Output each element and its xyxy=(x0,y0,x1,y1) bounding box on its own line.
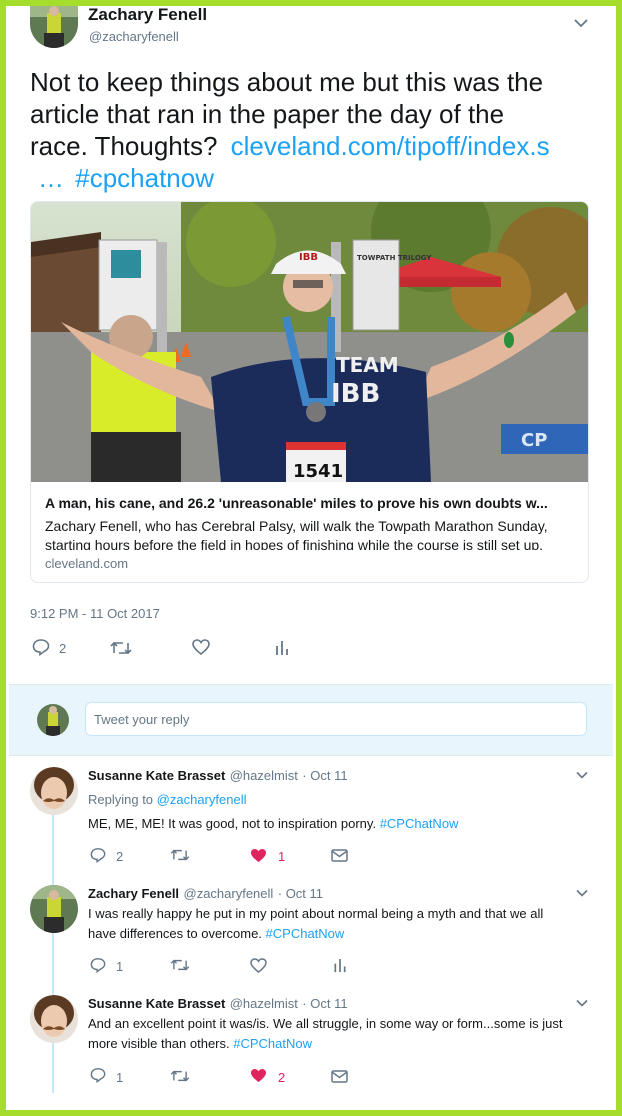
reply-header: Susanne Kate Brasset @hazelmist · Oct 11 xyxy=(88,995,348,1013)
bib-number: 1541 xyxy=(293,461,343,482)
reply-text-body: ME, ME, ME! It was good, not to inspirat… xyxy=(88,816,377,831)
reply-composer: Tweet your reply xyxy=(9,684,613,756)
article-link[interactable]: cleveland.com/tipoff/index.s xyxy=(231,131,550,161)
tweet-text-segment: race. Thoughts? xyxy=(30,131,218,161)
avatar[interactable] xyxy=(30,767,78,815)
tweet-timestamp[interactable]: 9:12 PM - 11 Oct 2017 xyxy=(30,606,160,621)
retweet-icon[interactable] xyxy=(170,1069,190,1083)
link-card[interactable]: CP TOWPATH TRILOGY IBB TEAM IBB 1541 A m… xyxy=(30,201,589,583)
reply-text-line: have differences to overcome. #CPChatNow xyxy=(88,924,608,944)
shirt-text: IBB xyxy=(331,379,380,409)
reply-icon[interactable] xyxy=(32,638,50,656)
hashtag-link[interactable]: #CPChatNow xyxy=(233,1036,312,1051)
banner-text: TOWPATH TRILOGY xyxy=(357,254,432,262)
reply-author-name[interactable]: Susanne Kate Brasset xyxy=(88,996,225,1011)
card-description: Zachary Fenell, who has Cerebral Palsy, … xyxy=(45,518,548,550)
cap-logo: IBB xyxy=(299,252,318,263)
chevron-down-icon[interactable] xyxy=(576,889,588,897)
tweet-text-line: … #cpchatnow xyxy=(30,162,600,194)
chevron-down-icon[interactable] xyxy=(576,999,588,1007)
author-name[interactable]: Zachary Fenell xyxy=(88,5,207,25)
avatar[interactable] xyxy=(30,995,78,1043)
reply-icon[interactable] xyxy=(90,847,106,863)
chevron-down-icon[interactable] xyxy=(576,771,588,779)
reply-author-handle[interactable]: @zacharyfenell xyxy=(184,886,274,901)
replying-to: Replying to @zacharyfenell xyxy=(88,790,246,810)
retweet-icon[interactable] xyxy=(170,848,190,862)
reply-time[interactable]: · Oct 11 xyxy=(302,996,347,1011)
reply-text: I was really happy he put in my point ab… xyxy=(88,904,608,944)
reply-text-line: And an excellent point it was/is. We all… xyxy=(88,1016,563,1031)
direct-message-icon[interactable] xyxy=(331,849,348,862)
reply-time[interactable]: · Oct 11 xyxy=(302,768,347,783)
reply-author-name[interactable]: Susanne Kate Brasset xyxy=(88,768,225,783)
reply-icon[interactable] xyxy=(90,1067,106,1083)
reply-icon[interactable] xyxy=(90,957,106,973)
reply-header: Zachary Fenell @zacharyfenell · Oct 11 xyxy=(88,885,323,903)
analytics-icon[interactable] xyxy=(334,958,346,973)
thread-connector xyxy=(52,1043,54,1093)
retweet-icon[interactable] xyxy=(170,958,190,972)
reply-author-handle[interactable]: @hazelmist xyxy=(230,996,298,1011)
tweet-text-line: Not to keep things about me but this was… xyxy=(30,67,544,97)
hashtag-link[interactable]: #CPChatNow xyxy=(380,816,459,831)
analytics-icon[interactable] xyxy=(276,640,288,656)
link-ellipsis[interactable]: … xyxy=(38,163,64,193)
shirt-text: TEAM xyxy=(336,353,399,377)
card-title[interactable]: A man, his cane, and 26.2 'unreasonable'… xyxy=(45,495,548,511)
tweet-text-line: race. Thoughts? cleveland.com/tipoff/ind… xyxy=(30,130,600,162)
reply-author-handle[interactable]: @hazelmist xyxy=(230,768,298,783)
card-image[interactable]: CP TOWPATH TRILOGY IBB TEAM IBB 1541 xyxy=(31,202,588,482)
retweet-icon[interactable] xyxy=(110,640,132,656)
card-domain: cleveland.com xyxy=(45,556,129,571)
liked-heart-icon[interactable] xyxy=(250,848,267,863)
reply-text-segment: more visible than others. xyxy=(88,1036,230,1051)
reply-count: 1 xyxy=(116,959,124,974)
reply-text-line: more visible than others. #CPChatNow xyxy=(88,1034,608,1054)
avatar[interactable] xyxy=(30,885,78,933)
reply-time[interactable]: · Oct 11 xyxy=(278,886,323,901)
avatar[interactable] xyxy=(30,3,78,48)
replying-to-label: Replying to xyxy=(88,792,154,807)
tweet-text-line: article that ran in the paper the day of… xyxy=(30,99,505,129)
like-icon[interactable] xyxy=(192,639,210,655)
like-icon[interactable] xyxy=(250,958,267,973)
reply-author-name[interactable]: Zachary Fenell xyxy=(88,886,179,901)
direct-message-icon[interactable] xyxy=(331,1070,348,1083)
reply-text: ME, ME, ME! It was good, not to inspirat… xyxy=(88,814,458,834)
reply-text-segment: have differences to overcome. xyxy=(88,926,262,941)
hashtag-link[interactable]: #CPChatNow xyxy=(266,926,345,941)
like-count: 1 xyxy=(278,849,286,864)
thread-connector xyxy=(52,933,54,995)
reply-input[interactable]: Tweet your reply xyxy=(85,702,587,736)
replying-to-handle[interactable]: @zacharyfenell xyxy=(157,792,247,807)
chevron-down-icon[interactable] xyxy=(574,18,588,28)
like-count: 2 xyxy=(278,1070,286,1085)
author-handle[interactable]: @zacharyfenell xyxy=(89,29,179,44)
reply-header: Susanne Kate Brasset @hazelmist · Oct 11 xyxy=(88,767,348,785)
my-avatar xyxy=(37,704,69,736)
thread-connector xyxy=(52,815,54,885)
tweet-text: Not to keep things about me but this was… xyxy=(30,66,600,194)
reply-text: And an excellent point it was/is. We all… xyxy=(88,1014,608,1054)
reply-text-line: I was really happy he put in my point ab… xyxy=(88,906,544,921)
reply-count: 1 xyxy=(116,1070,124,1085)
reply-count: 2 xyxy=(59,641,67,656)
parking-marking: CP xyxy=(521,430,547,451)
liked-heart-icon[interactable] xyxy=(250,1068,267,1083)
reply-count: 2 xyxy=(116,849,124,864)
hashtag-link[interactable]: #cpchatnow xyxy=(75,163,214,193)
